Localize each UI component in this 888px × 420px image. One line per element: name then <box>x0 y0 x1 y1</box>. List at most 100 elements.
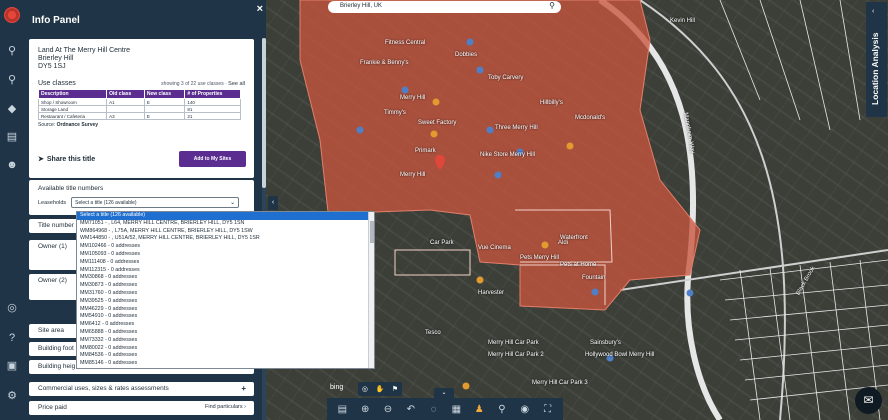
scrollbar-thumb[interactable] <box>262 38 266 188</box>
id-card-icon[interactable]: ▤ <box>4 129 20 145</box>
plus-icon: + <box>241 384 246 393</box>
dropdown-option[interactable]: MM30868 - 0 addresses <box>77 274 374 282</box>
document-icon[interactable]: ▤ <box>333 404 351 415</box>
settings-icon[interactable]: ⚙ <box>4 388 20 404</box>
table-row: Storage Land 81 <box>37 105 241 113</box>
undo-icon[interactable]: ↶ <box>402 404 420 415</box>
map-label: Vue Cinema <box>478 245 511 251</box>
dropdown-option[interactable]: MM84536 - 0 addresses <box>77 352 374 360</box>
leasehold-select[interactable]: Select a title (126 available) ⌄ <box>71 197 240 208</box>
location-search-input[interactable]: Brierley Hill, UK ⚲ <box>328 1 561 13</box>
dropdown-option[interactable]: WM864968 - , L75A, MERRY HILL CENTRE, BR… <box>77 228 374 236</box>
map-label: Timmy's <box>384 110 406 116</box>
leasehold-dropdown-list[interactable]: Select a title (126 available) MM71051 -… <box>76 211 375 369</box>
use-classes-table: Description Old class New class # of Pro… <box>37 89 241 120</box>
map-layers-icon[interactable]: ◆ <box>4 101 20 117</box>
search-value: Brierley Hill, UK <box>340 3 383 9</box>
add-to-my-sites-button[interactable]: Add to My Sites <box>179 151 246 167</box>
dropdown-option[interactable]: MM30873 - 0 addresses <box>77 282 374 290</box>
data-source: Source: Ordnance Survey <box>38 122 245 128</box>
dropdown-option[interactable]: MM112315 - 0 addresses <box>77 267 374 275</box>
map-label: Primark <box>415 148 436 154</box>
bing-logo: bing <box>330 384 344 391</box>
dropdown-option[interactable]: WM144850 - , U51A/52, MERRY HILL CENTRE,… <box>77 235 374 243</box>
dropdown-option[interactable]: MM105093 - 0 addresses <box>77 251 374 259</box>
flag-icon[interactable]: ⚑ <box>392 385 398 393</box>
collapse-panel-button[interactable]: ‹ <box>268 196 278 210</box>
column-header: New class <box>143 89 186 99</box>
search-icon[interactable]: ⚲ <box>4 43 20 59</box>
chat-icon[interactable]: ✉ <box>855 387 882 414</box>
share-button[interactable]: ➤ Share this title <box>38 155 95 164</box>
basket-icon[interactable]: ▣ <box>4 358 20 374</box>
location-analysis-tab[interactable]: ‹ Location Analysis <box>866 2 887 117</box>
dropdown-option[interactable]: MM65888 - 0 addresses <box>77 329 374 337</box>
zoom-in-icon[interactable]: ⊕ <box>356 404 374 415</box>
map-label: Frankie & Benny's <box>360 60 409 66</box>
map-label: Pets Merry Hill <box>520 255 560 261</box>
map-label: Waterfront <box>560 235 588 241</box>
row-label: Building heig <box>38 363 76 370</box>
row-label: Site area <box>38 327 65 334</box>
map-label: Nike Store Merry Hill <box>480 152 536 158</box>
pin-icon[interactable]: ⚲ <box>493 404 511 415</box>
find-particulars-link[interactable]: Find particulars <box>205 404 243 410</box>
help-icon[interactable]: ? <box>4 330 20 346</box>
table-cell: 140 <box>184 98 241 106</box>
dropdown-option[interactable]: MM31760 - 0 addresses <box>77 290 374 298</box>
map-toolbar: ▤ ⊕ ⊖ ↶ ◌ ▦ ♟ ⚲ ◉ ⛶ <box>327 398 563 420</box>
map-label: Three Merry Hill <box>495 125 538 131</box>
dropdown-option[interactable]: MM111408 - 0 addresses <box>77 259 374 267</box>
map-label: Hillbilly's <box>540 100 563 106</box>
dropdown-option[interactable]: Select a title (126 available) <box>77 212 374 220</box>
fullscreen-icon[interactable]: ⛶ <box>539 404 557 415</box>
row-label: Owner (2) <box>38 277 67 284</box>
row-label: Price paid <box>38 404 67 411</box>
zoom-out-icon[interactable]: ⊖ <box>379 404 397 415</box>
layers-icon[interactable]: ⚲ <box>4 72 20 88</box>
price-paid-row[interactable]: Price paid Find particulars › <box>29 401 254 415</box>
map-label: Merry Hill Car Park 2 <box>488 352 544 358</box>
toolbar-toggle-button[interactable]: ⌄ <box>434 388 454 398</box>
scrollbar-thumb[interactable] <box>370 221 374 243</box>
brand-logo[interactable] <box>4 7 20 23</box>
select-value: Select a title (126 available) <box>75 200 137 206</box>
dropdown-option[interactable]: MM71051 - , L64, MERRY HILL CENTRE, BRIE… <box>77 220 374 228</box>
measure-icon[interactable]: ▦ <box>447 404 465 415</box>
panel-title: Info Panel <box>32 15 80 26</box>
dropdown-scrollbar[interactable] <box>368 212 374 368</box>
table-cell: A3 <box>106 112 145 120</box>
dropdown-option[interactable]: MM46229 - 0 addresses <box>77 306 374 314</box>
map-label: Fitness Central <box>385 40 426 46</box>
dropdown-option[interactable]: MM39525 - 0 addresses <box>77 298 374 306</box>
row-label: Commercial uses, sizes & rates assessmen… <box>38 385 169 392</box>
see-all-link[interactable]: See all <box>228 81 245 87</box>
map-label: Merry Hill Car Park <box>488 340 539 346</box>
map-label: Pets at Home <box>560 262 597 268</box>
leaseholds-label: Leaseholds <box>38 199 67 206</box>
lightbulb-icon[interactable]: ◎ <box>4 300 20 316</box>
users-icon[interactable]: ☻ <box>4 157 20 173</box>
close-icon[interactable]: × <box>257 3 263 15</box>
dropdown-option[interactable]: MM6412 - 0 addresses <box>77 321 374 329</box>
map-label: Hollywood Bowl Merry Hill <box>585 352 655 358</box>
dropdown-option[interactable]: MM73332 - 0 addresses <box>77 337 374 345</box>
table-row: Shop / Showroom A1 E 140 <box>37 98 241 106</box>
column-header: Old class <box>106 89 145 99</box>
share-icon: ➤ <box>38 156 44 163</box>
housing-grid <box>719 0 888 420</box>
search-icon[interactable]: ⚲ <box>549 1 555 10</box>
dropdown-option[interactable]: MM54910 - 0 addresses <box>77 313 374 321</box>
globe-icon[interactable]: ◌ <box>425 404 443 415</box>
target-icon[interactable]: ◎ <box>362 385 368 393</box>
dropdown-option[interactable]: MM85146 - 0 addresses <box>77 360 374 368</box>
chevron-down-icon: ⌄ <box>230 200 236 206</box>
row-label: Owner (1) <box>38 243 67 250</box>
pegman-icon[interactable]: ♟ <box>470 404 488 415</box>
dropdown-option[interactable]: MM102466 - 0 addresses <box>77 243 374 251</box>
layers-icon[interactable]: ◉ <box>516 404 534 415</box>
commercial-uses-row[interactable]: Commercial uses, sizes & rates assessmen… <box>29 382 254 396</box>
dropdown-option[interactable]: MM80022 - 0 addresses <box>77 345 374 353</box>
address-line-1: Land At The Merry Hill Centre <box>38 47 131 54</box>
hand-icon[interactable]: ✋ <box>376 385 385 393</box>
